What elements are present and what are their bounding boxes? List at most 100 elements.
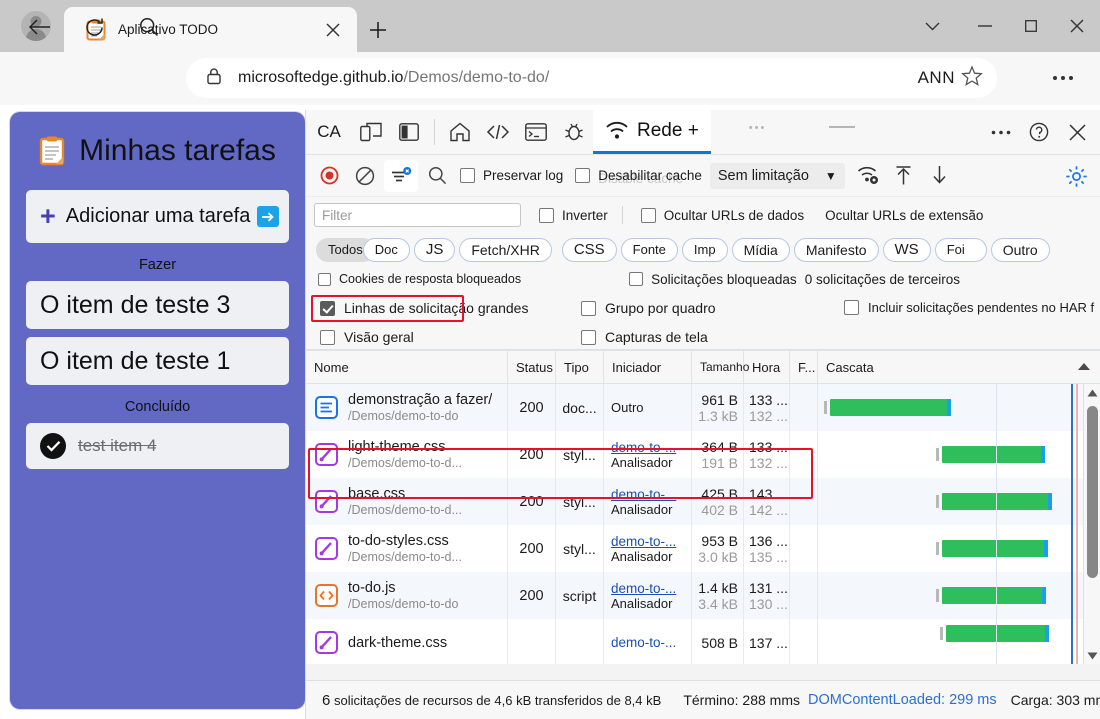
checkbox[interactable] bbox=[581, 300, 596, 316]
search-icon[interactable] bbox=[420, 160, 454, 192]
chip-midia[interactable]: Mídia bbox=[731, 237, 790, 262]
ca-label[interactable]: CA bbox=[306, 110, 352, 154]
cell-nome[interactable]: demonstração a fazer/ /Demos/demo-to-do bbox=[306, 384, 508, 431]
column-header-tamanho[interactable]: Tamanho bbox=[692, 351, 749, 383]
export-har-icon[interactable] bbox=[923, 160, 957, 192]
big-request-rows-checkbox[interactable]: Linhas de solicitação grandes bbox=[320, 300, 528, 316]
chip-fonte[interactable]: Fonte bbox=[620, 237, 678, 262]
preserve-log-checkbox[interactable]: Preservar log bbox=[460, 168, 563, 183]
star-icon[interactable] bbox=[961, 64, 983, 92]
network-conditions-icon[interactable] bbox=[851, 160, 885, 192]
browser-more-button[interactable] bbox=[1046, 62, 1080, 94]
filter-active-icon[interactable] bbox=[384, 159, 418, 192]
initiator-link[interactable]: demo-to-... bbox=[611, 440, 676, 455]
cell-iniciador[interactable]: demo-to-... Analisador bbox=[604, 525, 692, 572]
tab-network[interactable]: Rede + bbox=[593, 110, 711, 154]
checkbox[interactable] bbox=[575, 168, 591, 183]
enter-arrow-icon[interactable] bbox=[257, 206, 280, 227]
cell-nome[interactable]: base.css /Demos/demo-to-d... bbox=[306, 478, 508, 525]
cell-iniciador[interactable]: demo-to-... Analisador bbox=[604, 478, 692, 525]
cell-nome[interactable]: light-theme.css /Demos/demo-to-d... bbox=[306, 431, 508, 478]
address-bar[interactable]: microsoftedge.github.io/Demos/demo-to-do… bbox=[186, 58, 997, 98]
hide-extension-urls-checkbox[interactable]: Ocultar URLs de extensão bbox=[808, 208, 983, 223]
throttle-dropdown[interactable]: Sem limitação ▼ bbox=[709, 162, 845, 189]
cell-nome[interactable]: dark-theme.css bbox=[306, 619, 508, 664]
url-text[interactable]: microsoftedge.github.io/Demos/demo-to-do… bbox=[238, 69, 918, 87]
invert-checkbox[interactable]: Inverter bbox=[539, 207, 608, 223]
maximize-icon[interactable] bbox=[1008, 0, 1054, 52]
reload-button[interactable] bbox=[76, 9, 112, 45]
disable-cache-checkbox[interactable]: Disable cache Desabilitar cache bbox=[575, 167, 702, 186]
table-row[interactable]: to-do.js /Demos/demo-to-do 200 script de… bbox=[306, 572, 1100, 619]
chip-fetch-xhr[interactable]: Fetch/XHR bbox=[459, 237, 552, 262]
chip-outro[interactable]: Outro bbox=[990, 237, 1050, 262]
filter-input[interactable]: Filter bbox=[314, 203, 521, 227]
import-har-icon[interactable] bbox=[887, 160, 921, 192]
initiator-link[interactable]: demo-to-... bbox=[611, 534, 676, 549]
dock-side-icon[interactable] bbox=[390, 110, 428, 154]
chevron-down-icon[interactable]: ▼ bbox=[825, 169, 837, 183]
checkbox[interactable] bbox=[629, 272, 644, 286]
initiator-link[interactable]: demo-to-... bbox=[611, 581, 676, 596]
list-item[interactable]: O item de teste 1 bbox=[26, 337, 289, 385]
network-table-body[interactable]: demonstração a fazer/ /Demos/demo-to-do … bbox=[306, 384, 1100, 664]
sort-ascending-icon[interactable] bbox=[1078, 363, 1090, 370]
checkbox[interactable] bbox=[581, 329, 596, 345]
column-header-nome[interactable]: Nome bbox=[306, 351, 508, 383]
profile-initials[interactable]: ANN bbox=[918, 68, 955, 88]
initiator-link[interactable]: demo-to-... bbox=[611, 635, 676, 650]
table-row[interactable]: light-theme.css /Demos/demo-to-d... 200 … bbox=[306, 431, 1100, 478]
close-devtools-icon[interactable] bbox=[1058, 110, 1096, 154]
include-pending-har-checkbox[interactable]: Incluir solicitações pendentes no HAR f bbox=[844, 300, 1094, 315]
checkbox[interactable] bbox=[640, 207, 656, 223]
cell-iniciador[interactable]: demo-to-... Analisador bbox=[604, 431, 692, 478]
close-window-icon[interactable] bbox=[1054, 0, 1100, 52]
column-header-cascata[interactable]: Cascata bbox=[818, 351, 1100, 383]
cell-iniciador[interactable]: demo-to-... Analisador bbox=[604, 572, 692, 619]
checkbox[interactable] bbox=[460, 168, 475, 183]
list-item[interactable]: O item de teste 3 bbox=[26, 281, 289, 329]
more-options-icon[interactable] bbox=[982, 110, 1020, 154]
lock-icon[interactable] bbox=[204, 66, 228, 90]
chip-foi[interactable]: Foi bbox=[934, 237, 987, 262]
vertical-scrollbar[interactable] bbox=[1083, 384, 1100, 664]
cell-iniciador[interactable]: demo-to-... bbox=[604, 619, 692, 664]
clear-icon[interactable] bbox=[348, 160, 382, 192]
checkbox[interactable] bbox=[320, 329, 335, 345]
table-row[interactable]: dark-theme.css demo-to-... 508 B 137 ... bbox=[306, 619, 1100, 664]
screenshots-checkbox[interactable]: Capturas de tela bbox=[581, 329, 708, 345]
console-icon[interactable] bbox=[517, 110, 555, 154]
column-header-status[interactable]: Status bbox=[508, 351, 556, 383]
tab-close-icon[interactable] bbox=[319, 16, 347, 44]
chip-js[interactable]: JS bbox=[413, 237, 456, 262]
add-task-input[interactable]: + Adicionar uma tarefa bbox=[26, 190, 289, 243]
checkbox[interactable] bbox=[844, 300, 859, 315]
minimize-icon[interactable] bbox=[962, 0, 1008, 52]
checkbox[interactable] bbox=[539, 207, 554, 223]
search-icon[interactable] bbox=[131, 9, 167, 45]
gear-icon[interactable] bbox=[1060, 160, 1092, 192]
cell-nome[interactable]: to-do.js /Demos/demo-to-do bbox=[306, 572, 508, 619]
initiator-link[interactable]: demo-to-... bbox=[611, 487, 676, 502]
home-icon[interactable] bbox=[441, 110, 479, 154]
table-row[interactable]: base.css /Demos/demo-to-d... 200 styl...… bbox=[306, 478, 1100, 525]
column-header-tipo[interactable]: Tipo bbox=[556, 351, 604, 383]
table-row[interactable]: to-do-styles.css /Demos/demo-to-d... 200… bbox=[306, 525, 1100, 572]
record-icon[interactable] bbox=[312, 160, 346, 192]
check-icon[interactable] bbox=[40, 433, 66, 459]
scrollbar-thumb[interactable] bbox=[1087, 406, 1098, 578]
chip-manifesto[interactable]: Manifesto bbox=[793, 237, 879, 262]
chip-css[interactable]: CSS bbox=[561, 237, 617, 262]
help-icon[interactable] bbox=[1020, 110, 1058, 154]
checkbox[interactable] bbox=[318, 272, 331, 286]
overview-checkbox[interactable]: Visão geral bbox=[320, 329, 414, 345]
column-header-iniciador[interactable]: Iniciador bbox=[604, 351, 692, 383]
scroll-down-arrow-icon[interactable] bbox=[1084, 647, 1100, 664]
column-header-f[interactable]: F... bbox=[790, 351, 818, 383]
elements-icon[interactable] bbox=[479, 110, 517, 154]
list-item[interactable]: test item 4 bbox=[26, 423, 289, 469]
device-toggle-icon[interactable] bbox=[352, 110, 390, 154]
chip-ws[interactable]: WS bbox=[882, 237, 931, 262]
checkbox[interactable] bbox=[320, 300, 335, 316]
back-button[interactable] bbox=[22, 9, 58, 45]
